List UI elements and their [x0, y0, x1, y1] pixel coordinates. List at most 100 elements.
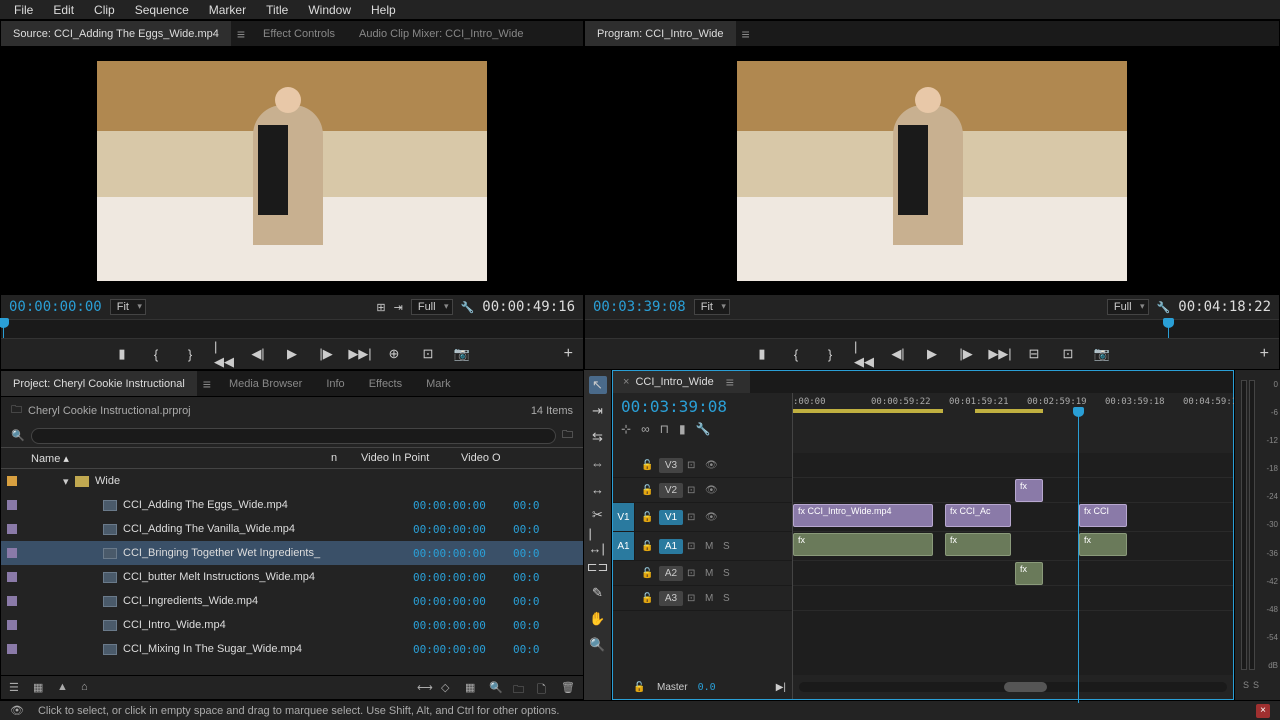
track-target[interactable]: V1 [659, 510, 683, 525]
sync-lock-icon[interactable]: ⊡ [687, 541, 701, 552]
label-chip[interactable] [7, 524, 17, 534]
list-view-icon[interactable]: ☰ [9, 681, 23, 695]
playhead[interactable] [1078, 407, 1079, 703]
solo-icon[interactable]: S [723, 541, 737, 552]
sync-lock-icon[interactable]: ⊡ [687, 512, 701, 523]
slip-tool-icon[interactable]: |↔| [589, 532, 607, 550]
tab-menu-icon[interactable]: ≡ [720, 374, 740, 390]
notification-close-icon[interactable]: × [1256, 704, 1270, 718]
freeform-icon[interactable]: ▲ [57, 681, 71, 695]
menu-help[interactable]: Help [361, 3, 406, 17]
twisty-icon[interactable]: ▾ [63, 475, 75, 488]
track-header-a2[interactable]: 🔓A2⊡MS [613, 561, 792, 586]
go-in-icon[interactable]: |◀◀ [216, 346, 232, 362]
hand-tool-icon[interactable]: ✋ [589, 610, 607, 628]
play-icon[interactable]: ▶ [924, 346, 940, 362]
tab-program[interactable]: Program: CCI_Intro_Wide [585, 21, 736, 46]
menu-file[interactable]: File [4, 3, 43, 17]
sequence-tab[interactable]: × CCI_Intro_Wide ≡ [613, 371, 750, 393]
clip-row[interactable]: CCI_Intro_Wide.mp4 00:00:00:00 00:0 [1, 613, 583, 637]
track-header-a3[interactable]: 🔓A3⊡MS [613, 586, 792, 611]
program-scrubber[interactable] [585, 319, 1279, 339]
new-bin-icon[interactable]: 🗀 [513, 681, 527, 695]
insert-icon[interactable]: ⊕ [386, 346, 402, 362]
lock-icon[interactable]: 🔓 [641, 512, 655, 523]
lift-icon[interactable]: ⊟ [1026, 346, 1042, 362]
track-target[interactable]: V3 [659, 458, 683, 473]
menu-window[interactable]: Window [298, 3, 361, 17]
marker-span-icon[interactable]: ⊓ [660, 422, 669, 436]
sync-lock-icon[interactable]: ⊡ [687, 593, 701, 604]
out-icon[interactable]: ▶| [776, 682, 786, 693]
timeline-clip[interactable]: fx CCI_Intro_Wide.mp4 [793, 504, 933, 527]
clip-row[interactable]: CCI_butter Melt Instructions_Wide.mp4 00… [1, 565, 583, 589]
clip-row[interactable]: CCI_Bringing Together Wet Ingredients_ 0… [1, 541, 583, 565]
track-target[interactable]: A3 [659, 591, 683, 606]
close-icon[interactable]: × [623, 376, 629, 388]
menu-clip[interactable]: Clip [84, 3, 125, 17]
add-button-icon[interactable]: + [1260, 345, 1269, 363]
mark-in-icon[interactable]: ▮ [754, 346, 770, 362]
add-button-icon[interactable]: + [564, 345, 573, 363]
mark-out-icon[interactable]: { [788, 346, 804, 362]
timeline-clip[interactable]: fx CCI [1079, 504, 1127, 527]
step-fwd-icon[interactable]: |▶ [958, 346, 974, 362]
trash-icon[interactable]: 🗑 [561, 681, 575, 695]
timeline-clip[interactable]: fx CCI_Ac [945, 504, 1011, 527]
mark-in-icon[interactable]: ▮ [114, 346, 130, 362]
timeline-clip[interactable]: fx [1015, 479, 1043, 502]
sync-lock-icon[interactable]: ⊡ [687, 485, 701, 496]
solo-icon[interactable]: S [723, 593, 737, 604]
lock-icon[interactable]: 🔓 [641, 593, 655, 604]
menu-sequence[interactable]: Sequence [125, 3, 199, 17]
col-out[interactable]: Video O [461, 452, 501, 464]
mark-clip-icon[interactable]: } [822, 346, 838, 362]
new-bin-icon[interactable]: 🗀 [562, 426, 573, 445]
slide-tool-icon[interactable]: ⊏⊐ [589, 558, 607, 576]
tab-media-browser[interactable]: Media Browser [217, 371, 314, 396]
sort-icon[interactable]: ⌂ [81, 681, 95, 695]
eye-icon[interactable]: 👁 [705, 485, 719, 496]
tab-info[interactable]: Info [314, 371, 356, 396]
work-area[interactable] [975, 409, 1043, 413]
source-res-dropdown[interactable]: Full [411, 299, 453, 315]
settings-icon[interactable]: ▮ [679, 422, 686, 436]
wrench-icon[interactable]: 🔧 [1157, 301, 1171, 314]
mute-icon[interactable]: M [705, 568, 719, 579]
track-target[interactable]: A1 [659, 539, 683, 554]
eye-icon[interactable]: 👁 [705, 460, 719, 471]
snap-icon[interactable]: ⊹ [621, 422, 631, 436]
lock-icon[interactable]: 🔓 [641, 568, 655, 579]
lock-icon[interactable]: 🔓 [641, 541, 655, 552]
track-header-v2[interactable]: 🔓V2⊡👁 [613, 478, 792, 503]
link-icon[interactable]: ∞ [641, 422, 650, 436]
lock-icon[interactable]: 🔓 [633, 682, 647, 693]
track-header-v3[interactable]: 🔓V3⊡👁 [613, 453, 792, 478]
selection-tool-icon[interactable]: ↖ [589, 376, 607, 394]
search-input[interactable] [31, 428, 556, 444]
timeline-clip[interactable]: fx [1015, 562, 1043, 585]
solo-left[interactable]: S [1243, 680, 1249, 690]
program-tc-in[interactable]: 00:03:39:08 [593, 299, 686, 315]
track-select-icon[interactable]: ⇥ [589, 402, 607, 420]
search-icon[interactable]: 🔍 [489, 681, 503, 695]
solo-icon[interactable]: S [723, 568, 737, 579]
tab-effects[interactable]: Effects [357, 371, 414, 396]
track-header-v1[interactable]: V1🔓V1⊡👁 [613, 503, 792, 532]
program-zoom-dropdown[interactable]: Fit [694, 299, 730, 315]
go-out-icon[interactable]: ▶▶| [992, 346, 1008, 362]
icon-view-icon[interactable]: ▦ [33, 681, 47, 695]
solo-right[interactable]: S [1253, 680, 1259, 690]
label-chip[interactable] [7, 620, 17, 630]
step-fwd-icon[interactable]: |▶ [318, 346, 334, 362]
razor-tool-icon[interactable]: ✂ [589, 506, 607, 524]
timeline-scrollbar[interactable] [799, 682, 1227, 692]
clip-row[interactable]: CCI_Adding The Vanilla_Wide.mp4 00:00:00… [1, 517, 583, 541]
tab-project[interactable]: Project: Cheryl Cookie Instructional [1, 371, 197, 396]
track-target[interactable]: V2 [659, 483, 683, 498]
go-in-icon[interactable]: |◀◀ [856, 346, 872, 362]
timeline-clip[interactable]: fx [793, 533, 933, 556]
step-back-icon[interactable]: ◀| [250, 346, 266, 362]
program-res-dropdown[interactable]: Full [1107, 299, 1149, 315]
tab-menu-icon[interactable]: ≡ [736, 26, 756, 42]
